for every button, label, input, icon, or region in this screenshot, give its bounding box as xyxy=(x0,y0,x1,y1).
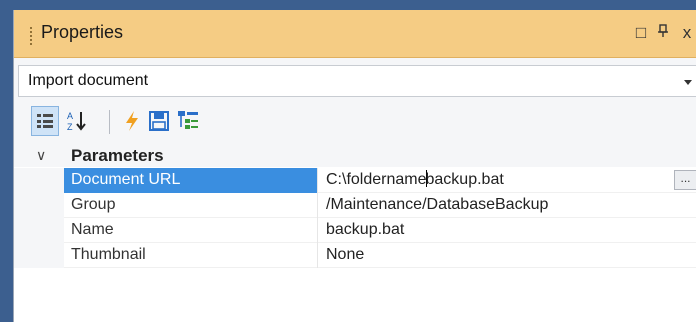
category-label: Parameters xyxy=(71,146,164,165)
property-name-thumbnail[interactable]: Thumbnail xyxy=(64,243,318,268)
close-button[interactable]: x xyxy=(678,23,696,43)
category-parameters[interactable]: ∨ Parameters xyxy=(14,144,696,167)
hierarchy-icon xyxy=(178,111,198,129)
hierarchy-button[interactable] xyxy=(174,106,202,136)
float-window-button[interactable]: □ xyxy=(632,23,650,43)
svg-text:A: A xyxy=(67,111,73,121)
property-value-thumbnail[interactable]: None xyxy=(318,243,696,268)
url-text-part1: C:\foldername xyxy=(326,171,427,188)
categorized-icon xyxy=(37,114,53,128)
panel-titlebar[interactable]: Properties □ x xyxy=(14,10,696,58)
categorized-view-button[interactable] xyxy=(31,106,59,136)
svg-text:Z: Z xyxy=(67,122,73,132)
alphabetical-view-button[interactable]: A Z xyxy=(63,106,91,136)
events-button[interactable] xyxy=(118,106,146,136)
properties-panel: Properties □ x Import document A Z ∨ Par… xyxy=(13,10,696,322)
collapse-chevron-icon[interactable]: ∨ xyxy=(36,147,46,164)
property-value-document-url[interactable]: C:\foldernamebackup.bat xyxy=(318,168,696,193)
table-row[interactable]: Thumbnail None xyxy=(14,243,696,268)
save-icon xyxy=(149,111,169,131)
object-selector-value: Import document xyxy=(28,72,149,89)
table-row[interactable]: Group /Maintenance/DatabaseBackup xyxy=(14,193,696,218)
object-selector-dropdown[interactable]: Import document xyxy=(18,65,696,97)
row-gutter xyxy=(14,243,64,268)
alphabetical-sort-icon: A Z xyxy=(67,111,86,132)
events-lightning-icon xyxy=(126,111,138,131)
url-text-part2: backup.bat xyxy=(425,171,504,188)
save-button[interactable] xyxy=(145,106,173,136)
panel-title: Properties xyxy=(41,22,124,42)
pin-button[interactable] xyxy=(654,23,672,43)
property-name-group[interactable]: Group xyxy=(64,193,318,218)
window-frame-top xyxy=(0,0,696,10)
chevron-down-icon[interactable] xyxy=(684,80,692,85)
pin-icon xyxy=(658,24,668,37)
row-gutter xyxy=(14,218,64,243)
row-gutter xyxy=(14,193,64,218)
drag-grip-icon[interactable] xyxy=(29,26,33,46)
properties-toolbar: A Z xyxy=(14,102,696,142)
table-row[interactable]: Name backup.bat xyxy=(14,218,696,243)
property-grid: ∨ Parameters Document URL C:\foldernameb… xyxy=(14,144,696,322)
browse-ellipsis-button[interactable]: ... xyxy=(674,170,696,190)
window-frame-left xyxy=(0,0,13,322)
property-name-name[interactable]: Name xyxy=(64,218,318,243)
table-row[interactable]: Document URL C:\foldernamebackup.bat ... xyxy=(14,168,696,193)
row-gutter xyxy=(14,168,64,193)
property-name-document-url[interactable]: Document URL xyxy=(64,168,318,193)
property-value-group[interactable]: /Maintenance/DatabaseBackup xyxy=(318,193,696,218)
property-value-name[interactable]: backup.bat xyxy=(318,218,696,243)
toolbar-separator xyxy=(109,110,110,134)
